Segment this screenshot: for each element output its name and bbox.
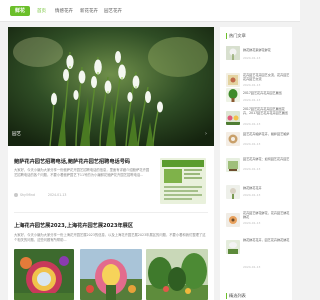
sidebar-item-date: 2024-01-13: [243, 167, 261, 171]
flower-thumb-image: [226, 185, 240, 199]
sidebar-heading-featured: 精选列表: [226, 293, 246, 299]
nav-item-garden[interactable]: 园艺花卉: [104, 8, 122, 14]
divider: [14, 212, 208, 213]
sidebar-thumb[interactable]: [226, 240, 240, 254]
top-nav: 鲜花 首页 情感花卉 新花花卉 园艺花卉: [0, 0, 300, 22]
post-date: 2024-01-13: [47, 193, 67, 197]
post-title[interactable]: 上海花卉园艺展2023,上海花卉园艺展2023年展区: [14, 222, 133, 229]
sidebar-item-title[interactable]: 花卉园艺鲜花鲜花，花卉园艺鲜花鲜花: [243, 211, 290, 220]
post-gallery-image-1[interactable]: [14, 249, 74, 300]
sidebar-item-date: 2024-01-13: [243, 221, 261, 225]
nav-item-home[interactable]: 首页: [37, 8, 46, 14]
post-gallery-image-2[interactable]: [80, 249, 142, 300]
sidebar-item-title[interactable]: 鲜花鲜花花卉，园艺花卉鲜花鲜花: [243, 238, 290, 247]
hero-image: [8, 27, 214, 146]
post-meta: Shy!Mind 2024-01-13: [14, 193, 66, 197]
sidebar-thumb[interactable]: [226, 73, 240, 87]
sidebar-item-date: 2024-01-13: [243, 142, 261, 146]
flower-thumb-image: [226, 73, 240, 87]
flower-thumb-image: [226, 46, 240, 60]
sidebar-thumb[interactable]: [226, 185, 240, 199]
flower-thumb-image: [226, 158, 240, 172]
author-avatar-icon: [14, 193, 18, 197]
flower-ring-image: [14, 249, 74, 300]
garden-arch-image: [146, 249, 208, 300]
post-title[interactable]: 鲍萨花卉园艺招聘电话,鲍萨花卉园艺招聘电话号码: [14, 158, 130, 165]
sidebar-item-title[interactable]: 2017园艺花卉花卉园艺展览: [243, 91, 290, 95]
post-author[interactable]: Shy!Mind: [20, 193, 35, 197]
sidebar-thumb[interactable]: [226, 213, 240, 227]
sidebar-thumb[interactable]: [226, 88, 240, 102]
site-logo[interactable]: 鲜花: [10, 6, 30, 16]
sidebar-item-title[interactable]: 鲜花鲜花花卉: [243, 186, 290, 190]
sidebar-item-title[interactable]: 园艺花卉鲜花：如何园艺花卉园艺: [243, 157, 290, 166]
flower-thumb-image: [226, 132, 240, 146]
sidebar-heading: 热门文章: [226, 33, 246, 39]
post-gallery-image-3[interactable]: [146, 249, 208, 300]
flower-thumb-image: [226, 88, 240, 102]
sidebar-item-date: 2024-01-13: [243, 193, 261, 197]
flower-thumb-image: [226, 240, 240, 254]
sidebar-thumb[interactable]: [226, 46, 240, 60]
sidebar-item-title[interactable]: 园艺花卉鲍萨花卉，鲍萨园艺鲍萨: [243, 132, 290, 141]
post-excerpt: 大家好，今天小编为大家分享一份上海花卉园艺展2023的信息，以及上海花卉园艺展2…: [14, 233, 206, 243]
sidebar-thumb[interactable]: [226, 132, 240, 146]
flower-thumb-image: [226, 111, 240, 125]
flower-sculpture-image: [80, 249, 142, 300]
hero-banner[interactable]: [8, 27, 214, 146]
hero-next-arrow-icon[interactable]: ›: [205, 131, 207, 137]
sidebar-item-date: 2024-01-13: [243, 83, 261, 87]
sidebar-item-date: 2024-01-13: [243, 56, 261, 60]
post-thumbnail[interactable]: [160, 158, 206, 204]
post-excerpt: 大家好，今天小编为大家分享一份鲍萨花卉园艺招聘电话的信息，里面有详细介绍鲍萨花卉…: [14, 168, 150, 178]
nav-item-new[interactable]: 新花花卉: [80, 8, 98, 14]
sidebar-thumb[interactable]: [226, 158, 240, 172]
sidebar-item-title[interactable]: 花卉园艺花卉园艺交流，花卉园艺花卉园艺交流: [243, 73, 290, 82]
sidebar-item-date: 2024-01-13: [243, 122, 261, 126]
flower-thumb-image: [226, 213, 240, 227]
sidebar-item-title[interactable]: 2017园艺花卉花卉园艺展览花卉，2017园艺花卉花卉园艺展览: [243, 107, 290, 120]
recruitment-flyer-image: [160, 158, 206, 204]
sidebar-item-title[interactable]: 鲜花鲜花束鲜花鲜花: [243, 48, 290, 52]
sidebar-item-date: 2024-01-13: [243, 265, 261, 269]
sidebar-item-date: 2024-01-13: [243, 98, 261, 102]
hero-category-label[interactable]: 园艺: [12, 131, 21, 137]
sidebar-thumb[interactable]: [226, 111, 240, 125]
nav-item-emotion[interactable]: 情感花卉: [55, 8, 73, 14]
